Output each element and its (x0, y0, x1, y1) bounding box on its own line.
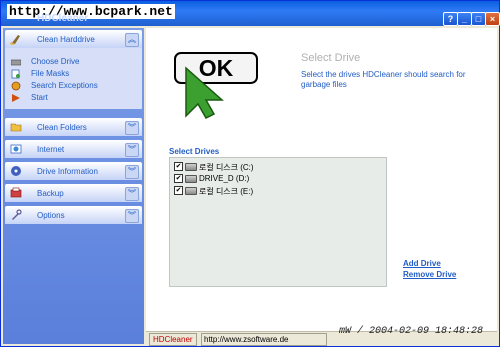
help-button[interactable]: ? (443, 12, 458, 26)
drive-label: 로컬 디스크 (E:) (199, 187, 254, 196)
hard-disk-icon (185, 175, 197, 183)
broom-icon (10, 35, 20, 45)
drive-icon (11, 166, 21, 176)
app-window: http://www.bcpark.net HDCleaner ? _ □ × … (0, 0, 500, 347)
section-internet[interactable]: Internet ︾ (5, 140, 142, 158)
start-icon (12, 94, 20, 102)
section-backup[interactable]: Backup ︾ (5, 184, 142, 202)
drive-checkbox[interactable]: ✔ (174, 186, 183, 195)
drives-heading: Select Drives (169, 147, 220, 156)
task-label: Start (31, 93, 48, 102)
remove-drive-link[interactable]: Remove Drive (403, 270, 456, 279)
close-button[interactable]: × (485, 12, 500, 26)
task-search-exceptions[interactable]: Search Exceptions (11, 80, 139, 92)
internet-icon (10, 144, 22, 154)
section-clean-folders[interactable]: Clean Folders ︾ (5, 118, 142, 136)
drive-item-d[interactable]: ✔ DRIVE_D (D:) (174, 173, 374, 184)
status-app-name: HDCleaner (149, 333, 197, 346)
section-label: Drive Information (37, 167, 98, 176)
title-bar[interactable]: http://www.bcpark.net HDCleaner ? _ □ × (1, 1, 500, 26)
drive-checkbox[interactable]: ✔ (174, 162, 183, 171)
backup-icon (10, 187, 22, 198)
section-clean-harddrive[interactable]: Clean Harddrive ︽ (5, 30, 142, 48)
folder-icon (10, 123, 22, 132)
task-label: Choose Drive (31, 57, 80, 66)
task-label: File Masks (31, 69, 70, 78)
section-tasks: Choose Drive File Masks Search Exception… (5, 48, 142, 109)
task-file-masks[interactable]: File Masks (11, 68, 139, 80)
section-drive-information[interactable]: Drive Information ︾ (5, 162, 142, 180)
task-sidebar: Clean Harddrive ︽ Choose Drive File Mask… (3, 28, 144, 344)
maximize-button[interactable]: □ (471, 12, 486, 26)
drive-checkbox[interactable]: ✔ (174, 174, 183, 183)
drive-label: 로컬 디스크 (C:) (199, 163, 254, 172)
section-label: Internet (37, 145, 65, 154)
section-label: Options (37, 211, 65, 220)
page-description: Select the drives HDCleaner should searc… (301, 70, 466, 89)
expand-chevron-icon[interactable]: ︾ (125, 143, 139, 157)
options-icon (12, 209, 22, 220)
exception-icon (11, 81, 21, 91)
drive-list[interactable]: ✔ 로컬 디스크 (C:) ✔ DRIVE_D (D:) ✔ 로컬 디스크 (E… (169, 157, 387, 287)
section-label: Clean Folders (37, 123, 87, 132)
drive-item-c[interactable]: ✔ 로컬 디스크 (C:) (174, 161, 374, 172)
section-label: Clean Harddrive (37, 35, 95, 44)
task-start[interactable]: Start (11, 92, 139, 104)
watermark-text: http://www.bcpark.net (7, 4, 175, 19)
drive-item-e[interactable]: ✔ 로컬 디스크 (E:) (174, 185, 374, 196)
expand-chevron-icon[interactable]: ︾ (125, 121, 139, 135)
section-options[interactable]: Options ︾ (5, 206, 142, 224)
hard-disk-icon (185, 187, 197, 195)
section-label: Backup (37, 189, 64, 198)
window-title: HDCleaner (37, 13, 89, 24)
add-drive-link[interactable]: Add Drive (403, 259, 441, 268)
drive-label: DRIVE_D (D:) (199, 174, 250, 183)
expand-chevron-icon[interactable]: ︾ (125, 165, 139, 179)
timestamp-stamp: mW / 2004-02-09 18:48:28 (339, 326, 484, 337)
drive-icon (11, 59, 21, 66)
expand-chevron-icon[interactable]: ︾ (125, 187, 139, 201)
mask-icon (11, 69, 20, 79)
status-url: http://www.zsoftware.de (201, 333, 327, 346)
task-label: Search Exceptions (31, 81, 98, 90)
task-choose-drive[interactable]: Choose Drive (11, 56, 139, 68)
page-title: Select Drive (301, 52, 361, 64)
expand-chevron-icon[interactable]: ︾ (125, 209, 139, 223)
cursor-arrow-icon (185, 66, 224, 119)
minimize-button[interactable]: _ (457, 12, 472, 26)
main-panel: OK Select Drive Select the drives HDClea… (146, 28, 497, 331)
collapse-chevron-icon[interactable]: ︽ (125, 33, 139, 47)
hard-disk-icon (185, 163, 197, 171)
